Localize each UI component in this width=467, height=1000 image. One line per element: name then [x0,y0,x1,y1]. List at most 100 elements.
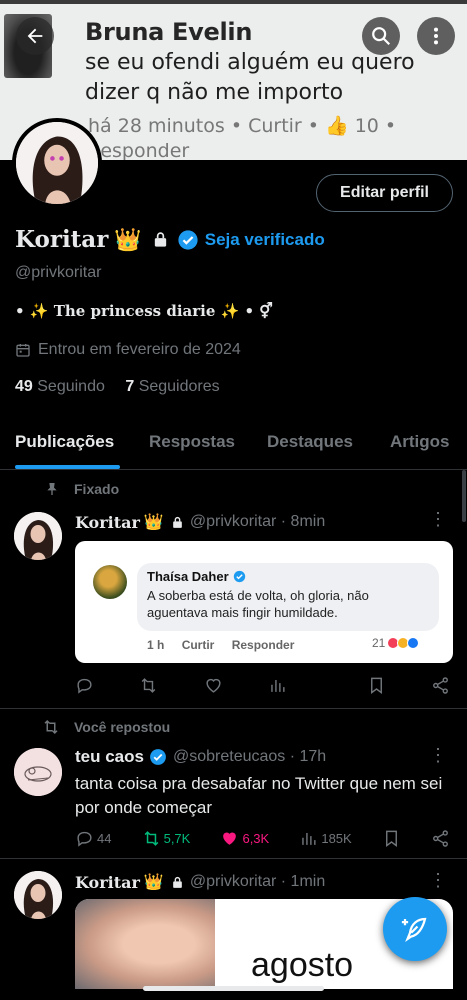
reply-button[interactable] [75,676,94,695]
following-link[interactable]: 49 Seguindo [15,378,105,395]
quote-like: Curtir [181,638,215,652]
active-tab-indicator [15,465,120,469]
bookmark-icon [385,830,397,847]
tweet-more-button[interactable]: ⋮ [429,746,447,764]
views-button[interactable] [268,676,287,695]
quote-comment-text: A soberba está de volta, oh gloria, não … [147,588,369,620]
edit-profile-button[interactable]: Editar perfil [316,174,453,212]
verified-badge-icon [178,229,198,250]
repost-icon [142,677,156,693]
repost-count: 5,7K [163,830,191,846]
followers-label: Seguidores [138,378,220,395]
profile-tabs: Publicações Respostas Destaques Artigos [0,420,467,470]
compose-feather-icon [401,917,427,942]
home-indicator[interactable] [143,986,324,991]
tweet-text: tanta coisa pra desabafar no Twitter que… [75,774,443,817]
lock-icon [173,516,182,528]
bookmark-button[interactable] [367,676,386,695]
crown-emoji: 👑 [114,226,142,252]
quote-commenter-name: Thaísa Daher [147,569,229,584]
quote-comment-meta: 1 h Curtir Responder [147,638,308,652]
tweet-author-name[interactable]: Koritar [75,513,140,532]
lock-icon [173,876,182,888]
banner-comment-text: se eu ofendi alguém eu quero dizer q não… [85,50,415,105]
bookmark-icon [370,677,382,694]
tab-destaques[interactable]: Destaques [267,432,353,452]
compose-post-button[interactable] [383,897,447,961]
tweet-more-button[interactable]: ⋮ [429,510,447,528]
pinned-context: Fixado [44,481,119,497]
tweet-author-name[interactable]: teu caos [75,747,144,767]
more-options-button[interactable] [417,17,455,55]
follow-stats: 49 Seguindo 7 Seguidores [15,378,220,396]
back-button[interactable] [16,17,54,55]
tweet-handle-time: @privkoritar · 8min [189,513,326,530]
banner-comment-meta: há 28 minutos • Curtir • 👍 10 • Responde… [88,115,397,160]
reply-button[interactable]: 44 [75,829,111,848]
reply-icon [77,831,92,847]
tweet-author-name[interactable]: Koritar [75,873,140,892]
share-button[interactable] [431,829,450,848]
media-caption-text: agosto [251,946,354,984]
search-icon [372,27,391,46]
tweet-handle-time: @privkoritar · 1min [189,873,326,890]
tweet-header: Koritar 👑 @privkoritar · 1min [75,872,325,892]
repost-context: Você repostou [42,718,170,736]
repost-icon [144,830,158,846]
tweet-header: teu caos @sobreteucaos · 17h [75,747,326,767]
like-count: 6,3K [242,830,270,846]
divider [0,708,467,709]
profile-name-row: Koritar 👑 Seja verificado [15,226,325,253]
get-verified-link[interactable]: Seja verificado [205,230,325,250]
banner-commenter-name: Bruna Evelin [85,18,253,46]
profile-handle: @privkoritar [15,264,102,281]
like-button[interactable]: 6,3K [220,829,269,848]
tweet-handle-time: @sobreteucaos · 17h [172,748,327,765]
tweet-avatar[interactable] [14,748,62,796]
like-button[interactable] [204,676,223,695]
quote-commenter-avatar [93,565,127,599]
joined-date: Entrou em fevereiro de 2024 [15,341,241,359]
tweet-image[interactable]: Thaísa Daher A soberba está de volta, oh… [75,541,453,663]
tweet-more-button[interactable]: ⋮ [429,871,447,889]
arrow-left-icon [27,28,43,44]
scrollbar[interactable] [462,470,466,522]
tab-artigos[interactable]: Artigos [390,432,450,452]
quote-time: 1 h [147,638,165,652]
followers-link[interactable]: 7 Seguidores [125,378,219,395]
quote-reactions: 21 [372,636,420,650]
tab-publicacoes[interactable]: Publicações [15,432,114,452]
views-count: 185K [321,830,352,846]
lock-icon [154,232,166,247]
calendar-icon [16,344,30,357]
profile-name: Koritar [15,226,109,253]
tweet-avatar-image [14,871,62,919]
profile-bio: • ✨ The princess diarie ✨ • ⚥ [15,302,273,320]
tweet-avatar[interactable] [14,512,62,560]
search-button[interactable] [362,17,400,55]
tweet-avatar-image [14,748,62,796]
divider [0,858,467,859]
tweet-actions [75,673,450,697]
quote-reply: Responder [231,638,295,652]
views-button[interactable]: 185K [299,829,352,848]
share-button[interactable] [431,676,450,695]
tweet-avatar-image [14,512,62,560]
bookmark-button[interactable] [382,829,401,848]
views-chart-icon [271,679,285,692]
verified-badge-icon [233,570,245,583]
reply-count: 44 [97,830,112,846]
following-label: Seguindo [37,378,105,395]
crown-emoji: 👑 [143,514,164,531]
like-reaction-icon [407,637,420,649]
repost-button[interactable]: 5,7K [142,829,191,848]
repost-icon [44,719,58,735]
profile-avatar[interactable] [12,118,102,208]
tab-respostas[interactable]: Respostas [149,432,235,452]
followers-count: 7 [125,378,135,395]
following-count: 49 [15,378,33,395]
repost-button[interactable] [139,676,158,695]
media-face-image [75,899,215,989]
tweet-avatar[interactable] [14,871,62,919]
views-chart-icon [302,832,316,845]
